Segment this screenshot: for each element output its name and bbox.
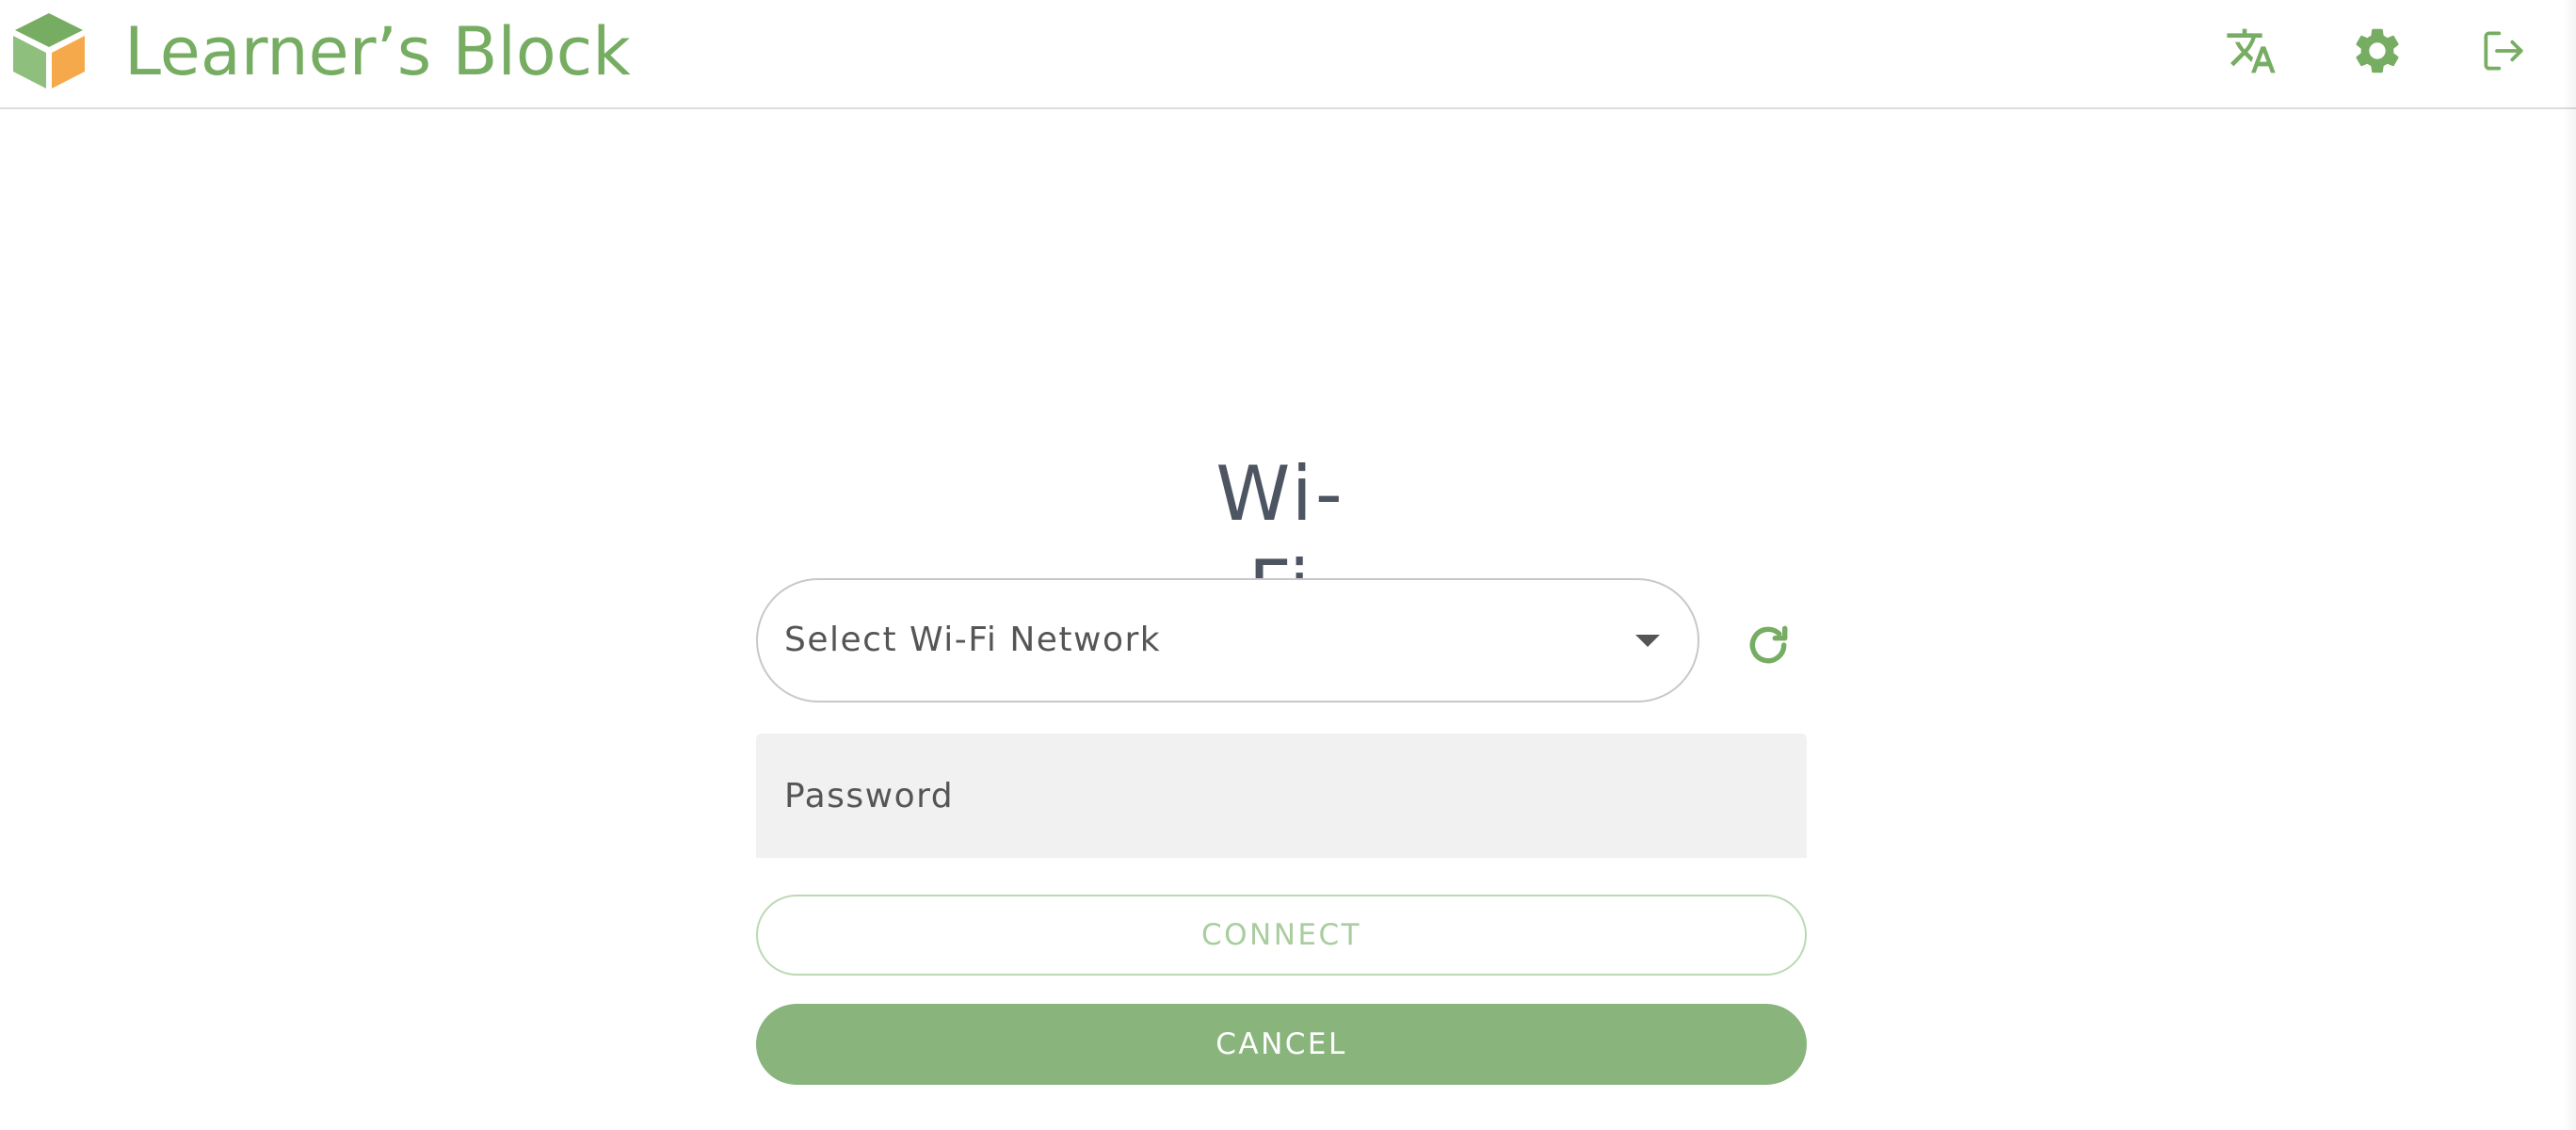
edge-shadow [2563, 0, 2576, 1130]
wifi-network-select-value: Select Wi-Fi Network [784, 621, 1162, 659]
wifi-setup-page: Learner’s Block Wi-Fi Select Wi-Fi Netwo… [0, 0, 2576, 1130]
translate-button[interactable] [2223, 23, 2279, 79]
app-header: Learner’s Block [0, 0, 2576, 109]
settings-button[interactable] [2349, 23, 2406, 79]
cancel-button[interactable]: CANCEL [756, 1004, 1807, 1085]
logout-icon [2484, 31, 2523, 71]
cube-logo-icon [13, 13, 85, 89]
page-title: Wi-Fi [1216, 450, 1345, 632]
logout-button[interactable] [2475, 23, 2532, 79]
caret-down-icon [1635, 635, 1660, 647]
connect-button[interactable]: CONNECT [756, 895, 1807, 976]
gear-icon [2356, 28, 2399, 73]
refresh-networks-button[interactable] [1740, 617, 1796, 673]
brand-name: Learner’s Block [124, 13, 631, 90]
password-field[interactable] [756, 734, 1807, 858]
refresh-icon [1749, 625, 1788, 664]
translate-icon [2227, 28, 2276, 73]
wifi-network-select[interactable]: Select Wi-Fi Network [756, 578, 1699, 702]
